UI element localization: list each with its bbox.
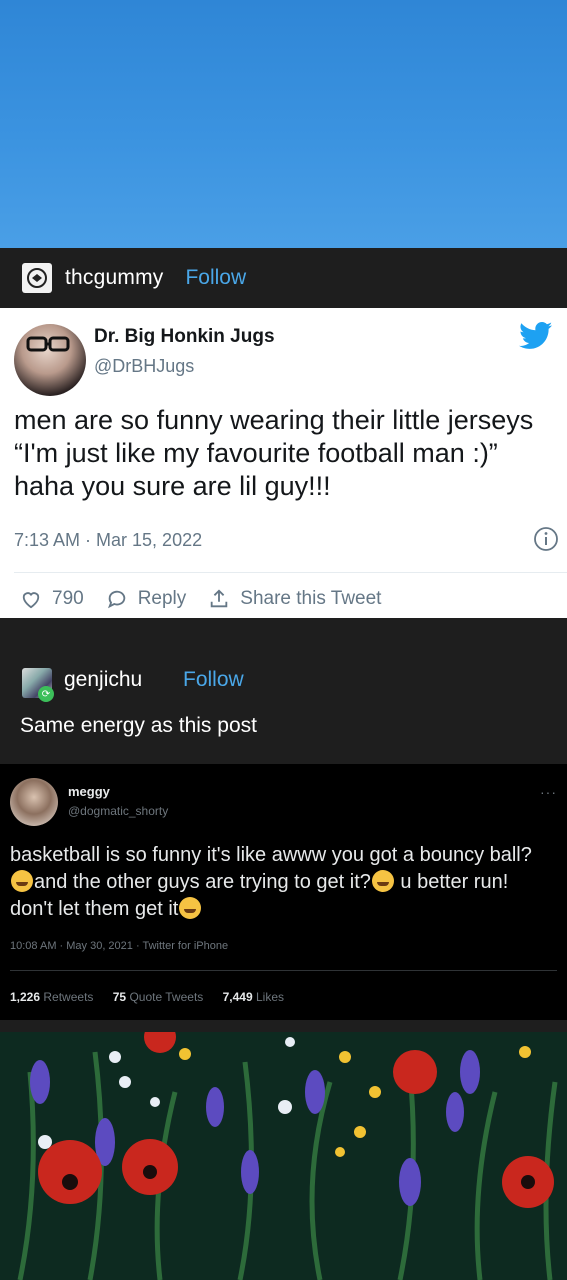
blog-avatar[interactable]	[22, 263, 52, 293]
divider	[14, 572, 567, 573]
zany-emoji-icon	[179, 897, 202, 919]
tweet-author-handle[interactable]: @DrBHJugs	[94, 356, 194, 377]
share-icon	[211, 589, 228, 608]
reblog-icon: ⟳	[38, 686, 54, 702]
embedded-tweet-stats: 1,226 Retweets 75 Quote Tweets 7,449 Lik…	[10, 990, 300, 1004]
embedded-tweet: meggy @dogmatic_shorty ··· basketball is…	[0, 764, 567, 1020]
flower-field-image	[0, 1032, 567, 1280]
reblogger-username[interactable]: genjichu	[64, 668, 142, 692]
twitter-bird-icon[interactable]	[519, 322, 553, 355]
tweet-timestamp[interactable]: 7:13 AM · Mar 15, 2022	[14, 530, 202, 551]
reply-label: Reply	[137, 588, 187, 609]
heart-icon	[22, 592, 40, 609]
share-button[interactable]: Share this Tweet	[208, 588, 381, 610]
embedded-tweet-text: basketball is so funny it's like awww yo…	[10, 842, 555, 923]
tweet-card: Dr. Big Honkin Jugs @DrBHJugs men are so…	[0, 308, 567, 618]
tweet-author-name[interactable]: Dr. Big Honkin Jugs	[94, 326, 275, 348]
quote-tweets-stat[interactable]: 75 Quote Tweets	[113, 990, 204, 1004]
embedded-tweet-author-name[interactable]: meggy	[68, 784, 110, 799]
embedded-tweet-avatar[interactable]	[10, 778, 58, 826]
reblog-follow-button[interactable]: Follow	[183, 668, 244, 692]
tweet-text-part: and the other guys are trying to get it?	[34, 871, 371, 893]
post-header: thcgummy Follow	[0, 248, 567, 308]
tweet-author-avatar[interactable]	[14, 324, 86, 396]
more-options-icon[interactable]: ···	[540, 784, 557, 800]
embedded-tweet-author-handle[interactable]: @dogmatic_shorty	[68, 804, 168, 818]
reblog-comment: Same energy as this post	[20, 714, 257, 737]
flushed-emoji-icon	[371, 870, 394, 892]
embedded-tweet-timestamp[interactable]: 10:08 AM · May 30, 2021 · Twitter for iP…	[10, 940, 228, 952]
reply-button[interactable]: Reply	[106, 588, 187, 610]
follow-button[interactable]: Follow	[185, 266, 246, 290]
blog-username[interactable]: thcgummy	[65, 266, 163, 290]
info-icon[interactable]	[533, 526, 559, 557]
tweet-actions: 790 Reply Share this Tweet	[20, 588, 403, 610]
reblog-section: ⟳ genjichu Follow Same energy as this po…	[0, 618, 567, 764]
likes-stat[interactable]: 7,449 Likes	[223, 990, 284, 1004]
sky-background	[0, 0, 567, 248]
section-gap	[0, 1020, 567, 1032]
grin-emoji-icon	[11, 870, 33, 892]
share-label: Share this Tweet	[240, 588, 382, 609]
blog-avatar-icon	[27, 268, 47, 288]
flower-illustration	[0, 1032, 567, 1280]
like-count: 790	[52, 588, 84, 609]
like-button[interactable]: 790	[20, 588, 84, 610]
reply-icon	[107, 590, 125, 609]
tweet-text: men are so funny wearing their little je…	[14, 405, 534, 501]
retweets-stat[interactable]: 1,226 Retweets	[10, 990, 93, 1004]
tweet-text-part: basketball is so funny it's like awww yo…	[10, 844, 532, 866]
divider	[10, 970, 557, 971]
